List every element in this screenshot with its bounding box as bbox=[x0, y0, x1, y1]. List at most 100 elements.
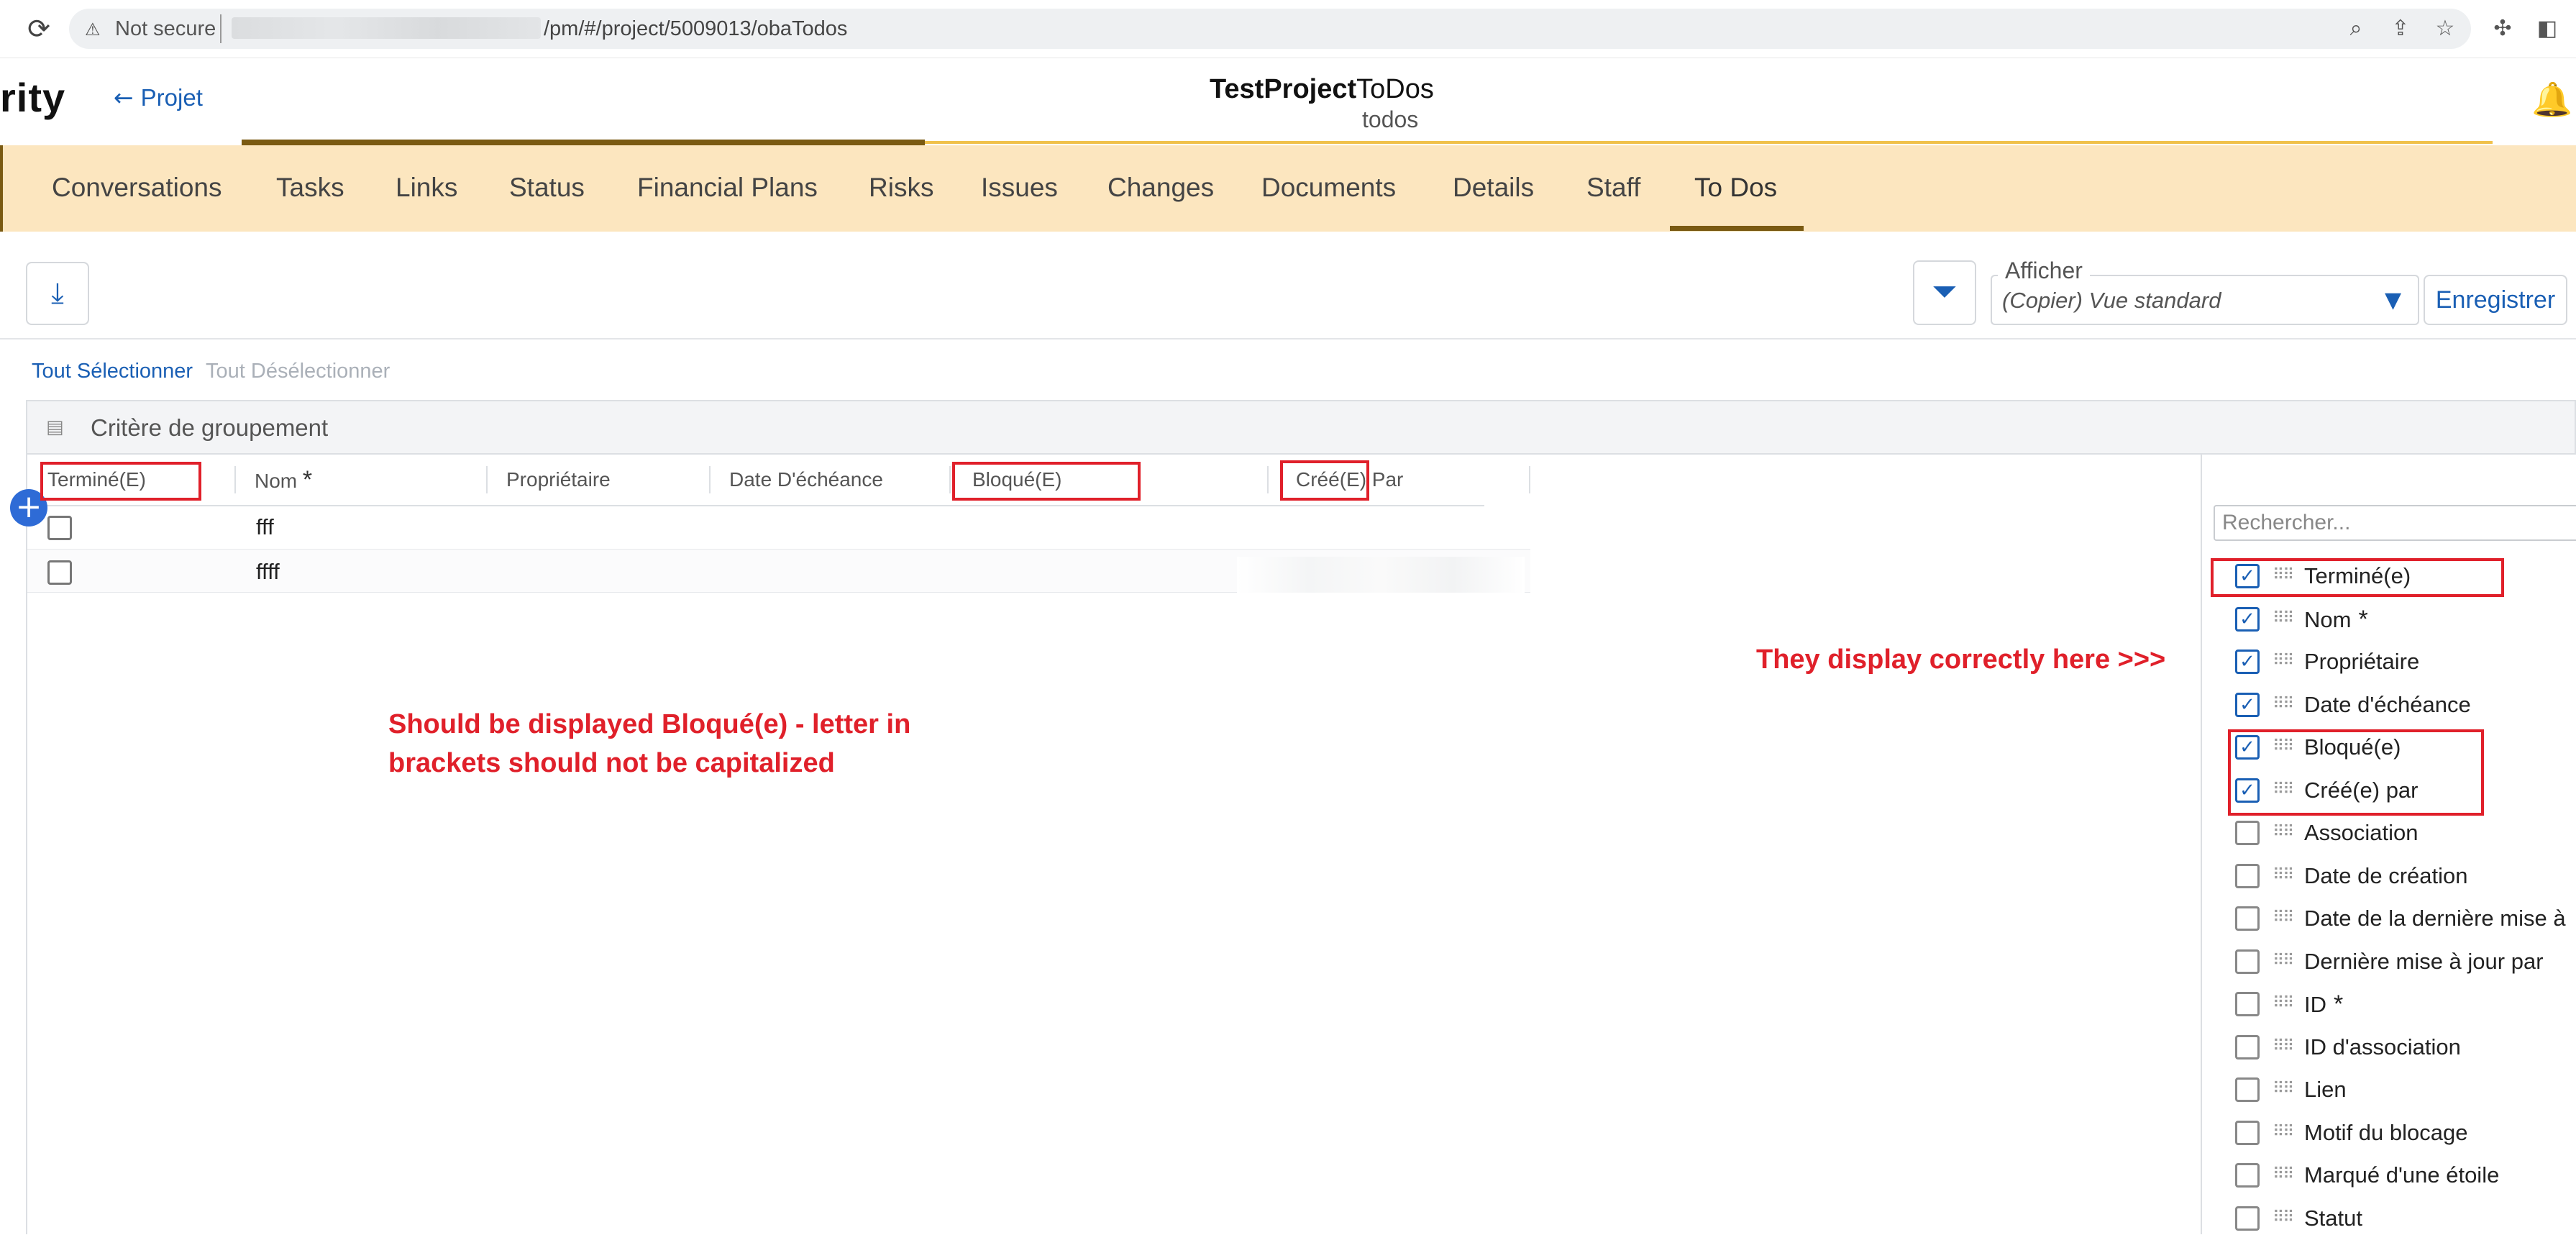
column-option-label[interactable]: Dernière mise à jour par bbox=[2304, 945, 2544, 978]
tab-staff[interactable]: Staff bbox=[1586, 168, 1640, 207]
drag-handle-icon[interactable]: ⠿⠿ bbox=[2273, 1079, 2294, 1099]
star-icon[interactable]: ☆ bbox=[2431, 14, 2459, 43]
page-subtitle: todos bbox=[1362, 106, 1419, 132]
download-icon[interactable]: ⤓ bbox=[40, 272, 75, 315]
tab-tasks[interactable]: Tasks bbox=[276, 168, 344, 207]
drag-handle-icon[interactable]: ⠿⠿ bbox=[2273, 993, 2294, 1013]
column-visibility-checkbox[interactable] bbox=[2235, 1206, 2260, 1231]
column-visibility-checkbox[interactable] bbox=[2235, 949, 2260, 974]
notifications-bell-icon[interactable]: 🔔 bbox=[2531, 79, 2572, 119]
drag-handle-icon[interactable]: ⠿⠿ bbox=[2273, 1122, 2294, 1142]
column-option-label[interactable]: Nom * bbox=[2304, 603, 2368, 637]
tab-details[interactable]: Details bbox=[1453, 168, 1534, 207]
drag-handle-icon[interactable]: ⠿⠿ bbox=[2273, 951, 2294, 971]
required-star-icon: * bbox=[2334, 990, 2344, 1018]
column-separator[interactable] bbox=[234, 466, 236, 493]
column-panel-border bbox=[2201, 453, 2202, 1234]
drag-handle-icon[interactable]: ⠿⠿ bbox=[2273, 822, 2294, 842]
drag-handle-icon[interactable]: ⠿⠿ bbox=[2273, 694, 2294, 714]
column-separator[interactable] bbox=[1529, 466, 1530, 493]
tab-conversations[interactable]: Conversations bbox=[52, 168, 222, 207]
annotation-text-line1: Should be displayed Bloqué(e) - letter i… bbox=[388, 709, 911, 739]
drag-handle-icon[interactable]: ⠿⠿ bbox=[2273, 865, 2294, 885]
drag-handle-icon[interactable]: ⠿⠿ bbox=[2273, 1036, 2294, 1057]
column-visibility-checkbox[interactable]: ✓ bbox=[2235, 650, 2260, 674]
select-all-link[interactable]: Tout Sélectionner bbox=[32, 357, 193, 386]
drag-handle-icon[interactable]: ⠿⠿ bbox=[2273, 1208, 2294, 1228]
toolbar-divider bbox=[0, 338, 2576, 339]
tab-issues[interactable]: Issues bbox=[981, 168, 1058, 207]
url-path[interactable]: /pm/#/project/5009013/obaTodos bbox=[544, 16, 847, 42]
drag-handle-icon[interactable]: ⠿⠿ bbox=[2273, 651, 2294, 671]
sidebar-icon[interactable]: ◧ bbox=[2533, 14, 2562, 43]
group-by-bar[interactable] bbox=[26, 400, 2576, 455]
column-option-text: ID bbox=[2304, 992, 2326, 1017]
column-visibility-checkbox[interactable] bbox=[2235, 1035, 2260, 1059]
filter-icon[interactable]: ⏷ bbox=[1926, 272, 1963, 312]
column-option-label[interactable]: ID d'association bbox=[2304, 1031, 2461, 1064]
column-header-name[interactable]: Nom * bbox=[255, 465, 312, 496]
row-done-checkbox[interactable] bbox=[47, 560, 72, 585]
app-logo-text: rity bbox=[0, 75, 66, 120]
column-option-label[interactable]: ID * bbox=[2304, 988, 2343, 1021]
warning-icon[interactable]: ⚠ bbox=[85, 19, 106, 40]
back-to-project-link[interactable]: ← Projet bbox=[114, 81, 203, 115]
column-visibility-checkbox[interactable] bbox=[2235, 1163, 2260, 1188]
column-visibility-checkbox[interactable] bbox=[2235, 1121, 2260, 1145]
share-icon[interactable]: ⇪ bbox=[2386, 14, 2415, 43]
caret-down-icon[interactable]: ▼ bbox=[2385, 285, 2401, 316]
column-header-due-date[interactable]: Date D'échéance bbox=[729, 465, 883, 495]
column-visibility-checkbox[interactable] bbox=[2235, 992, 2260, 1016]
tab-links[interactable]: Links bbox=[396, 168, 457, 207]
zoom-icon[interactable]: ⌕ bbox=[2342, 14, 2370, 43]
column-visibility-checkbox[interactable] bbox=[2235, 864, 2260, 888]
drag-handle-icon[interactable]: ⠿⠿ bbox=[2273, 609, 2294, 629]
column-option-label[interactable]: Marqué d'une étoile bbox=[2304, 1159, 2499, 1192]
column-option-label[interactable]: Date de la dernière mise à bbox=[2304, 902, 2566, 935]
column-option-label[interactable]: Date d'échéance bbox=[2304, 688, 2471, 721]
column-search-input[interactable] bbox=[2222, 508, 2567, 538]
column-option-label[interactable]: Propriétaire bbox=[2304, 645, 2419, 678]
tab-documents[interactable]: Documents bbox=[1261, 168, 1396, 207]
column-visibility-checkbox[interactable] bbox=[2235, 1077, 2260, 1102]
column-visibility-checkbox[interactable] bbox=[2235, 821, 2260, 845]
column-option-text: Date de la dernière mise à bbox=[2304, 906, 2566, 931]
tab-financial-plans[interactable]: Financial Plans bbox=[637, 168, 818, 207]
column-separator[interactable] bbox=[486, 466, 488, 493]
deselect-all-link[interactable]: Tout Désélectionner bbox=[206, 357, 390, 386]
tab-risks[interactable]: Risks bbox=[869, 168, 933, 207]
column-header-owner[interactable]: Propriétaire bbox=[506, 465, 611, 495]
active-tab-indicator bbox=[1670, 226, 1804, 231]
drag-handle-icon[interactable]: ⠿⠿ bbox=[2273, 1165, 2294, 1185]
column-option-text: Nom bbox=[2304, 607, 2352, 632]
back-link-label: Projet bbox=[140, 84, 203, 111]
column-visibility-checkbox[interactable]: ✓ bbox=[2235, 693, 2260, 717]
not-secure-label[interactable]: Not secure bbox=[115, 16, 216, 42]
column-separator[interactable] bbox=[949, 466, 951, 493]
table-row[interactable] bbox=[27, 506, 1530, 550]
column-option-label[interactable]: Motif du blocage bbox=[2304, 1116, 2467, 1149]
extensions-icon[interactable]: ✣ bbox=[2488, 14, 2517, 43]
annotation-text-right: They display correctly here >>> bbox=[1756, 644, 2166, 675]
save-view-label[interactable]: Enregistrer bbox=[2424, 275, 2567, 325]
tab-changes[interactable]: Changes bbox=[1107, 168, 1214, 207]
column-visibility-checkbox[interactable]: ✓ bbox=[2235, 607, 2260, 632]
row-done-checkbox[interactable] bbox=[47, 516, 72, 540]
column-option-text: Date de création bbox=[2304, 863, 2468, 888]
column-header-name-label: Nom bbox=[255, 470, 298, 492]
view-select-value[interactable]: (Copier) Vue standard bbox=[2002, 285, 2221, 316]
column-visibility-checkbox[interactable] bbox=[2235, 906, 2260, 931]
reload-icon[interactable]: ⟳ bbox=[23, 13, 55, 45]
column-option-label[interactable]: Lien bbox=[2304, 1073, 2347, 1106]
group-by-icon: ▤ bbox=[46, 416, 64, 438]
drag-handle-icon[interactable]: ⠿⠿ bbox=[2273, 908, 2294, 928]
column-separator[interactable] bbox=[709, 466, 711, 493]
tab-to-dos[interactable]: To Dos bbox=[1694, 168, 1777, 207]
tab-status[interactable]: Status bbox=[509, 168, 585, 207]
column-separator[interactable] bbox=[1267, 466, 1269, 493]
column-option-label[interactable]: Association bbox=[2304, 816, 2419, 849]
row-name-cell[interactable]: fff bbox=[256, 513, 274, 542]
row-name-cell[interactable]: ffff bbox=[256, 557, 280, 586]
column-option-label[interactable]: Statut bbox=[2304, 1202, 2362, 1235]
column-option-label[interactable]: Date de création bbox=[2304, 860, 2467, 893]
